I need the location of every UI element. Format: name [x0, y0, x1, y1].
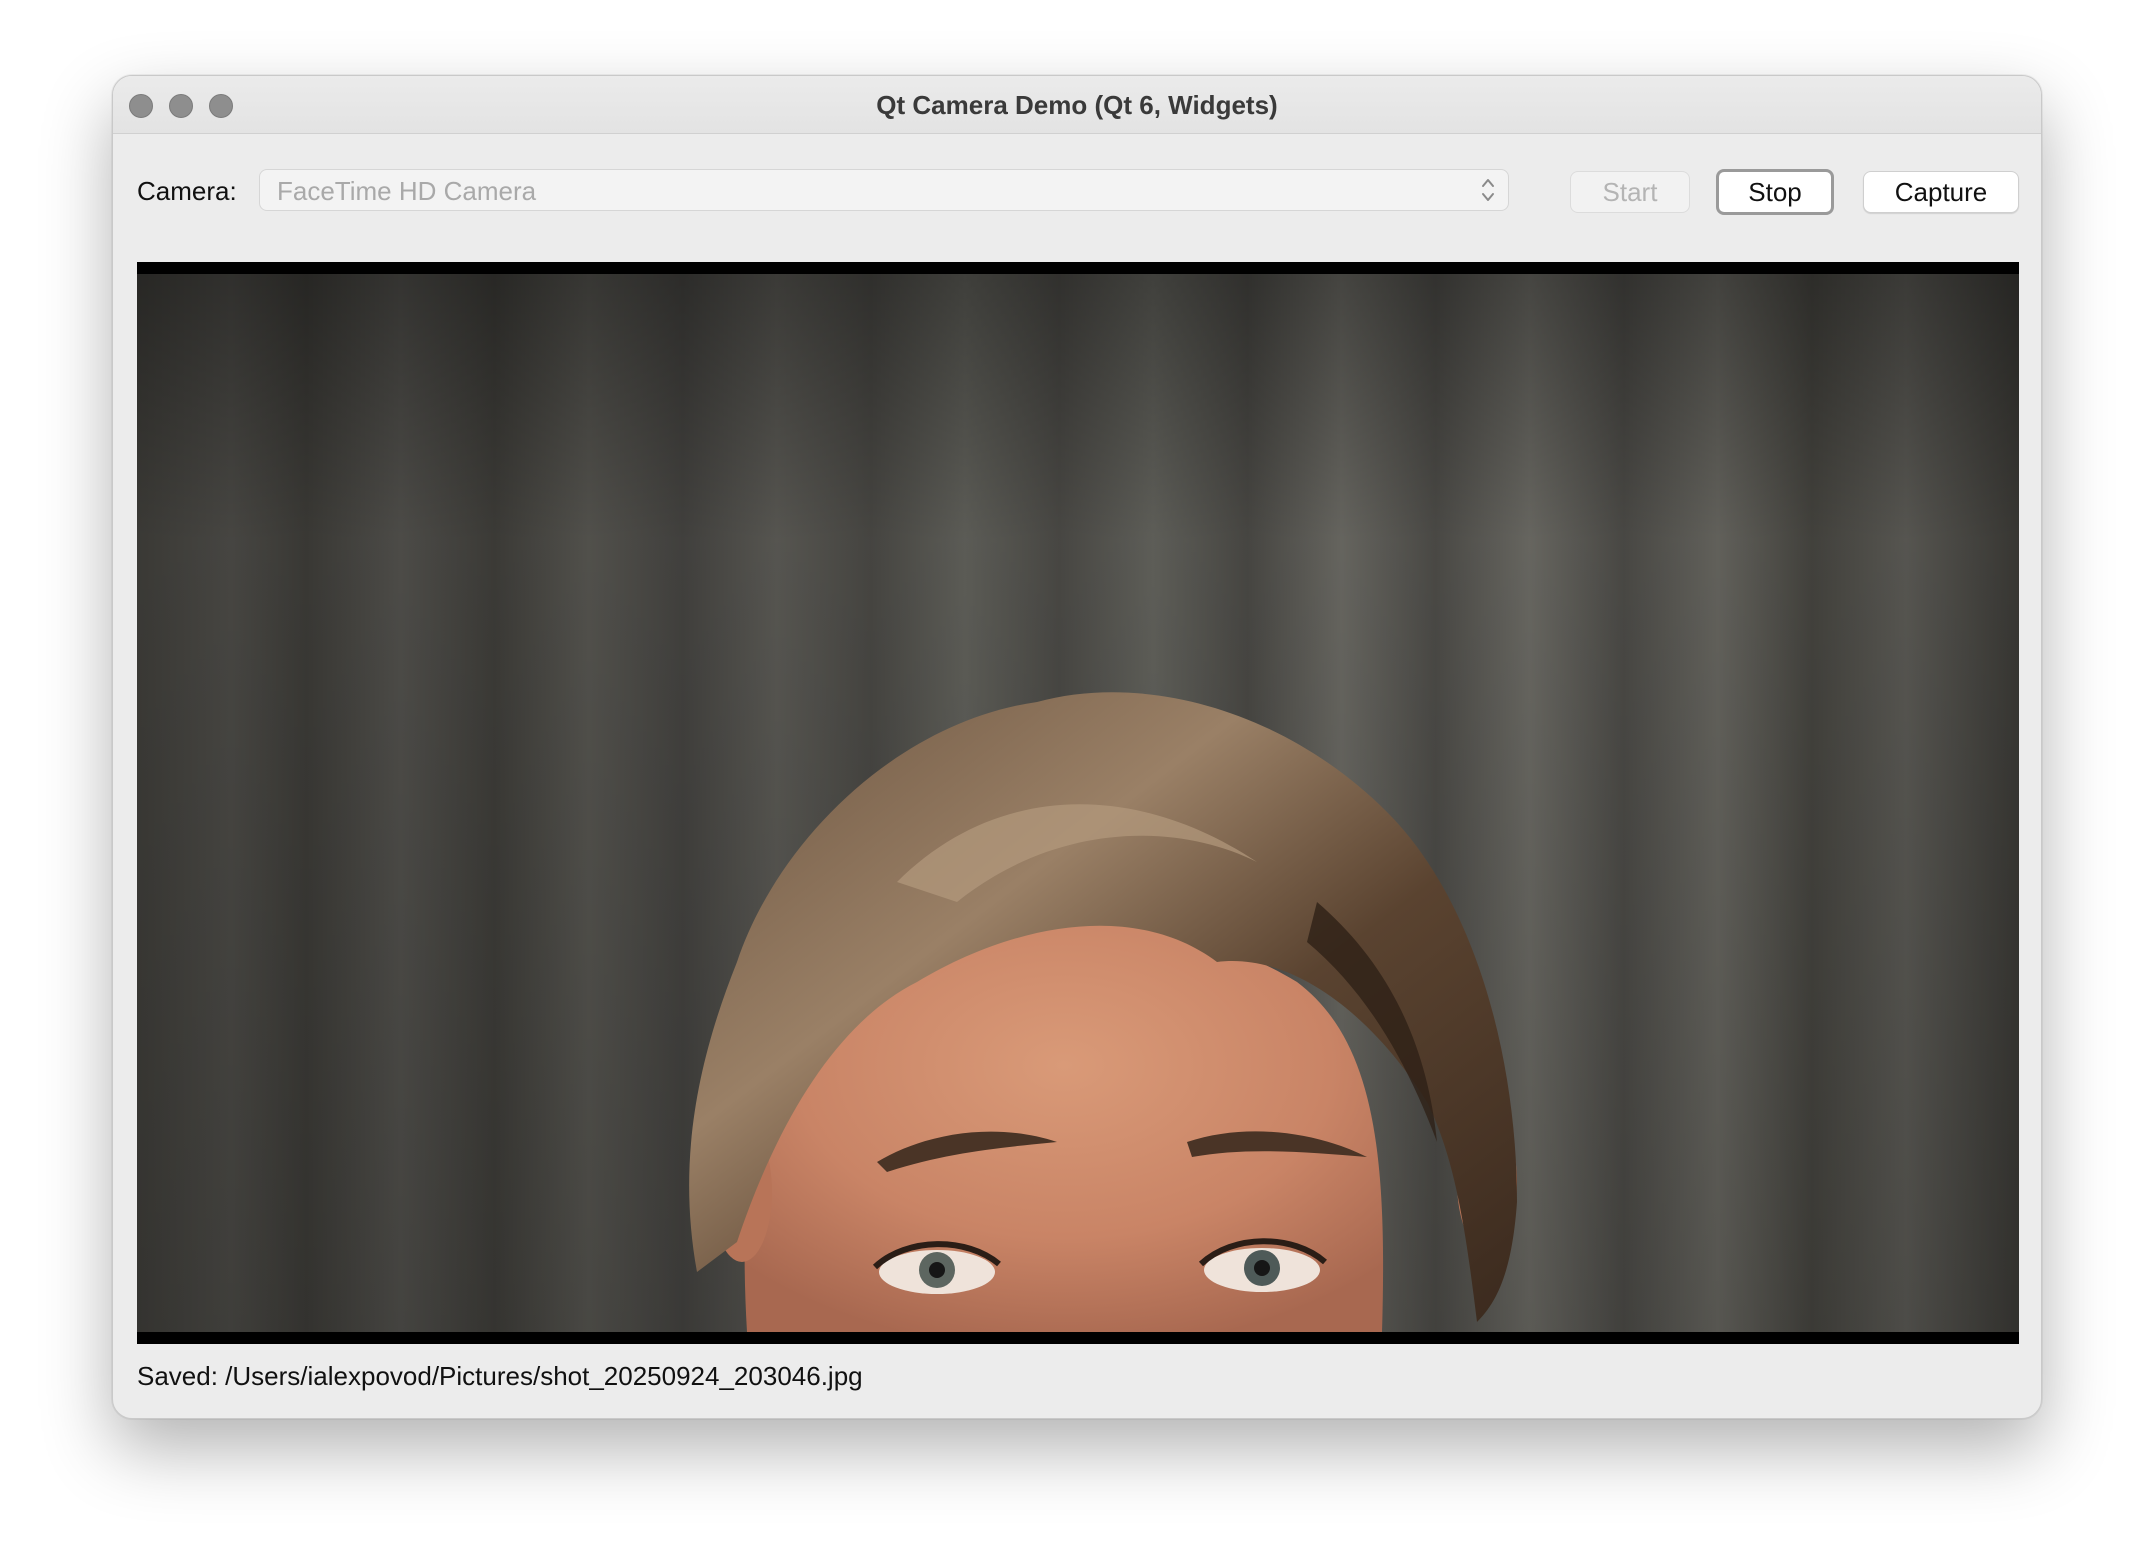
capture-button[interactable]: Capture	[1863, 171, 2019, 213]
start-button[interactable]: Start	[1570, 171, 1690, 213]
chevron-updown-icon	[1482, 179, 1494, 201]
title-bar[interactable]: Qt Camera Demo (Qt 6, Widgets)	[113, 76, 2041, 134]
window-title: Qt Camera Demo (Qt 6, Widgets)	[876, 90, 1278, 120]
status-message: Saved: /Users/ialexpovod/Pictures/shot_2…	[137, 1361, 863, 1391]
camera-label: Camera:	[137, 176, 237, 206]
camera-preview	[137, 262, 2019, 1344]
camera-select[interactable]: FaceTime HD Camera	[259, 169, 1509, 211]
app-window: Qt Camera Demo (Qt 6, Widgets) Camera: F…	[112, 75, 2042, 1419]
camera-select-value: FaceTime HD Camera	[277, 176, 537, 206]
camera-frame-image	[137, 262, 2019, 1344]
stop-button[interactable]: Stop	[1716, 169, 1834, 215]
